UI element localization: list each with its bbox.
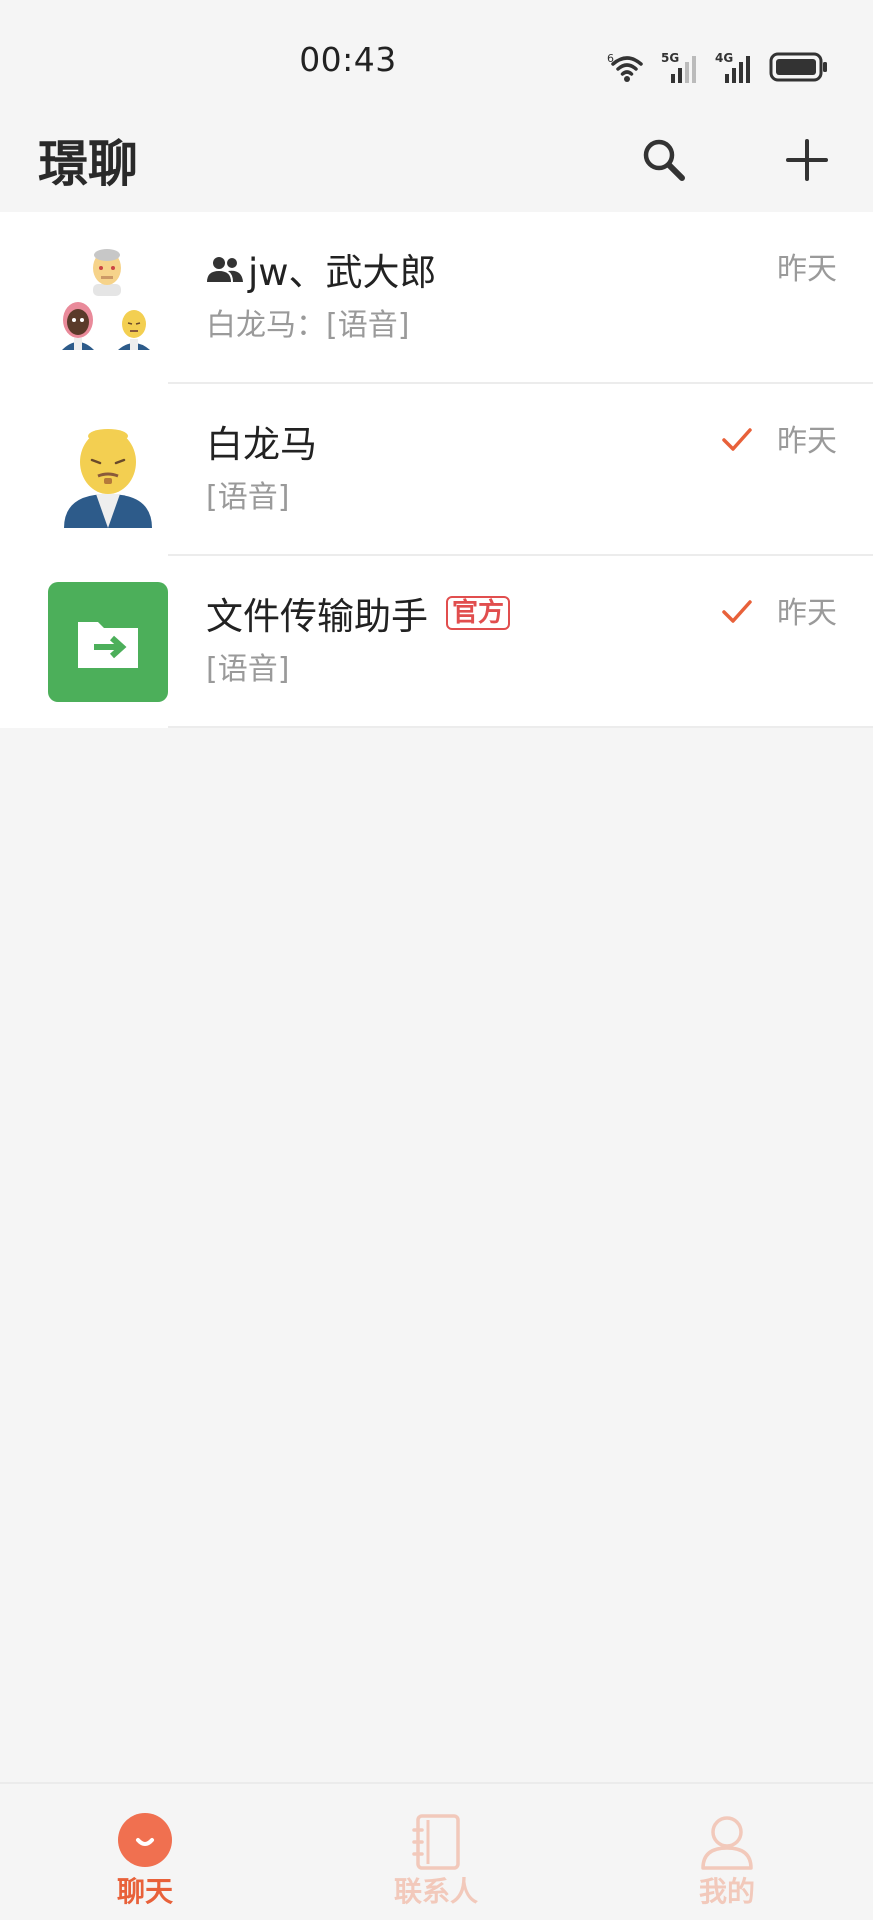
battery-icon: [769, 52, 827, 82]
divider: [168, 726, 873, 728]
group-icon: [207, 257, 243, 282]
group-avatar: [48, 238, 168, 358]
search-icon: [643, 139, 685, 181]
tab-chat[interactable]: 聊天: [45, 1784, 245, 1920]
read-check-icon: [722, 600, 752, 623]
app-header: 璟聊: [0, 120, 873, 212]
person-icon: [701, 1816, 753, 1870]
wifi-icon: 6: [607, 52, 643, 82]
chat-preview: [语音]: [206, 652, 290, 687]
search-button[interactable]: [624, 120, 704, 200]
chat-name-text: 文件传输助手: [206, 595, 428, 638]
chat-list: jw、武大郎 白龙马：[语音] 昨天 白龙马 [语音] 昨天 文件传输助手 官方…: [0, 212, 873, 728]
plus-icon: [786, 139, 828, 181]
avatar: [48, 410, 168, 530]
status-icons: 6 5G 4G: [607, 44, 829, 84]
svg-text:5G: 5G: [661, 51, 679, 65]
folder-arrow-icon: [48, 582, 168, 702]
tab-me-label: 我的: [698, 1875, 755, 1908]
chat-time: 昨天: [777, 252, 837, 287]
read-check-icon: [722, 428, 752, 451]
chat-name-text: jw、武大郎: [248, 251, 437, 294]
official-badge: 官方: [446, 596, 511, 630]
tab-contacts[interactable]: 联系人: [336, 1784, 536, 1920]
chat-name: jw、武大郎: [206, 244, 437, 294]
status-bar: 00:43 6 5G 4G: [0, 0, 873, 120]
contacts-book-icon: [412, 1814, 460, 1870]
bottom-nav: 聊天 联系人 我的: [0, 1782, 873, 1920]
page-title: 璟聊: [38, 135, 138, 193]
chat-time: 昨天: [777, 596, 837, 631]
chat-preview: [语音]: [206, 480, 290, 515]
file-transfer-avatar: [48, 582, 168, 702]
chat-preview: 白龙马：[语音]: [206, 308, 410, 343]
chat-item-file-transfer[interactable]: 文件传输助手 官方 [语音] 昨天: [0, 556, 873, 728]
chat-name: 白龙马: [206, 416, 317, 466]
chat-item-group[interactable]: jw、武大郎 白龙马：[语音] 昨天: [0, 212, 873, 384]
add-button[interactable]: [767, 120, 847, 200]
signal-5g-icon: 5G: [661, 51, 696, 83]
chat-time: 昨天: [777, 424, 837, 459]
chat-bubble-icon: [118, 1813, 172, 1867]
signal-4g-icon: 4G: [715, 51, 750, 83]
chat-item-bailongma[interactable]: 白龙马 [语音] 昨天: [0, 384, 873, 556]
tab-me[interactable]: 我的: [627, 1784, 827, 1920]
svg-text:4G: 4G: [715, 51, 733, 65]
status-time: 00:43: [299, 40, 397, 79]
chat-name: 文件传输助手 官方: [206, 588, 511, 638]
avatar-image: [64, 429, 152, 528]
group-avatar-image: [62, 249, 150, 350]
tab-chat-label: 聊天: [116, 1875, 173, 1908]
chat-name-text: 白龙马: [206, 423, 317, 466]
tab-contacts-label: 联系人: [393, 1875, 478, 1908]
